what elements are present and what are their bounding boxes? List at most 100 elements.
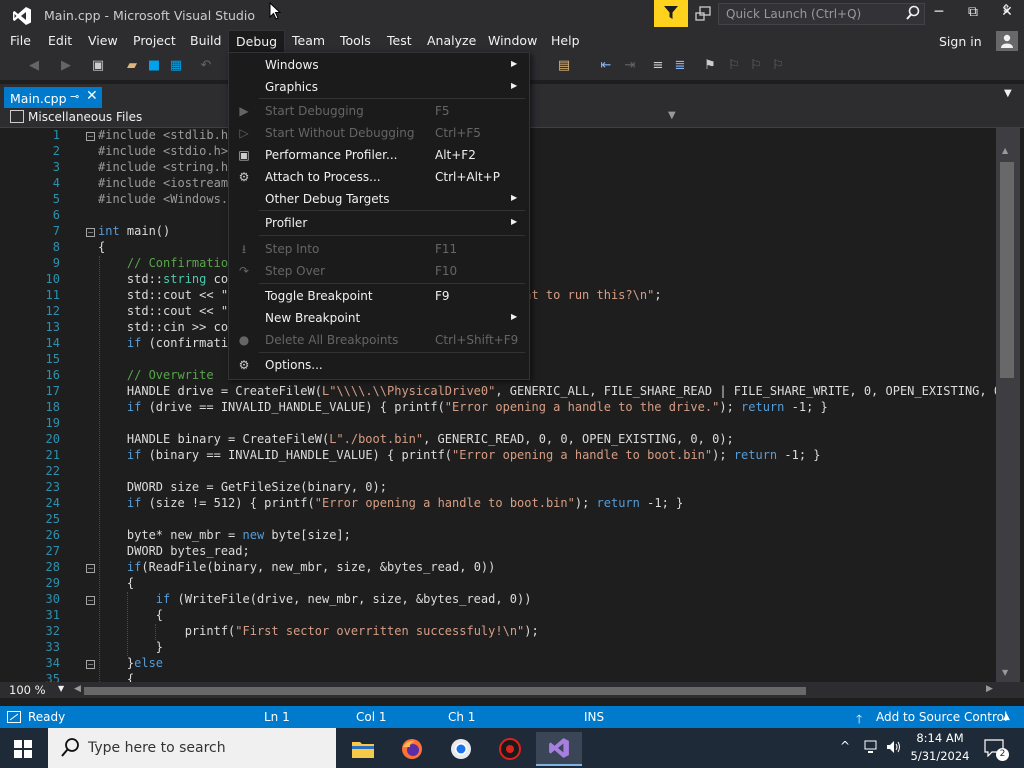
code-line[interactable]: { <box>98 240 105 254</box>
clear-bookmarks-icon[interactable]: ⚐ <box>770 58 786 74</box>
open-file-icon[interactable]: ▰ <box>124 58 140 74</box>
undo-icon[interactable]: ↶ <box>198 58 214 74</box>
scroll-right-arrow-icon[interactable]: ▶ <box>986 684 993 694</box>
code-line[interactable]: byte* new_mbr = new byte[size]; <box>98 528 351 542</box>
code-line[interactable]: #include <string.h> <box>98 160 235 174</box>
pin-tab-icon[interactable]: ⊸ <box>70 90 79 103</box>
code-line[interactable]: if (drive == INVALID_HANDLE_VALUE) { pri… <box>98 400 828 414</box>
menu-project[interactable]: Project <box>132 30 177 52</box>
chrome-app[interactable] <box>438 732 484 766</box>
file-explorer-app[interactable] <box>340 732 386 766</box>
sign-in-link[interactable]: Sign in <box>939 34 982 49</box>
restore-button[interactable]: ⧉ <box>959 4 987 24</box>
navigate-forward-icon[interactable]: ▶ <box>58 58 74 74</box>
zoom-level[interactable]: 100 % <box>9 683 46 697</box>
collapse-region-icon[interactable]: − <box>86 132 95 141</box>
save-all-icon[interactable]: ▦ <box>168 58 184 74</box>
add-to-source-control-button[interactable]: Add to Source Control <box>876 710 1007 724</box>
taskbar-search-box[interactable]: Type here to search <box>48 728 336 768</box>
code-line[interactable]: DWORD size = GetFileSize(binary, 0); <box>98 480 387 494</box>
previous-bookmark-icon[interactable]: ⚐ <box>726 58 742 74</box>
split-editor-icon[interactable]: ⇕ <box>1001 2 1011 16</box>
scroll-up-arrow-icon[interactable]: ▲ <box>1002 146 1008 155</box>
code-line[interactable]: if(ReadFile(binary, new_mbr, size, &byte… <box>98 560 495 574</box>
indent-icon[interactable]: ⇥ <box>622 58 638 74</box>
menu-test[interactable]: Test <box>386 30 413 52</box>
code-line[interactable]: if (WriteFile(drive, new_mbr, size, &byt… <box>98 592 532 606</box>
tab-main-cpp[interactable]: Main.cpp ⊸ ✕ <box>4 87 102 108</box>
collapse-region-icon[interactable]: − <box>86 596 95 605</box>
code-line[interactable]: std::cin >> con <box>98 320 235 334</box>
debug-menu-item-start-without-debugging[interactable]: ▷ Start Without Debugging Ctrl+F5 <box>229 123 529 144</box>
feedback-icon[interactable] <box>694 5 712 23</box>
volume-icon[interactable] <box>886 740 902 754</box>
code-line[interactable]: HANDLE binary = CreateFileW(L"./boot.bin… <box>98 432 734 446</box>
vertical-scrollbar[interactable]: ▲ ▼ <box>996 128 1020 682</box>
debug-menu-item-other-debug-targets[interactable]: Other Debug Targets ▶ <box>229 189 529 210</box>
debug-menu-item-profiler[interactable]: Profiler ▶ <box>229 213 529 234</box>
code-line[interactable]: { <box>98 576 134 590</box>
collapse-region-icon[interactable]: − <box>86 228 95 237</box>
code-line[interactable]: // Overwrite <box>98 368 214 382</box>
menu-team[interactable]: Team <box>291 30 326 52</box>
tab-overflow-dropdown-icon[interactable]: ▼ <box>1004 88 1012 99</box>
code-line[interactable]: }else <box>98 656 163 670</box>
taskbar-clock-time[interactable]: 8:14 AM <box>916 731 964 745</box>
collapse-region-icon[interactable]: − <box>86 660 95 669</box>
code-line[interactable]: if (binary == INVALID_HANDLE_VALUE) { pr… <box>98 448 821 462</box>
code-line[interactable]: { <box>98 608 163 622</box>
horizontal-scroll-thumb[interactable] <box>84 687 806 695</box>
save-icon[interactable]: ■ <box>146 58 162 74</box>
debug-menu-item-attach-to-process[interactable]: ⚙ Attach to Process... Ctrl+Alt+P <box>229 167 529 188</box>
code-line[interactable]: int main() <box>98 224 170 238</box>
debug-menu-item-graphics[interactable]: Graphics ▶ <box>229 77 529 98</box>
comment-lines-icon[interactable]: ≡ <box>650 58 666 74</box>
red-app[interactable] <box>487 732 533 766</box>
debug-menu-item-windows[interactable]: Windows ▶ <box>229 55 529 76</box>
menu-help[interactable]: Help <box>550 30 581 52</box>
visual-studio-app[interactable] <box>536 732 582 766</box>
taskbar-clock-date[interactable]: 5/31/2024 <box>908 749 972 763</box>
debug-menu-item-start-debugging[interactable]: ▶ Start Debugging F5 <box>229 101 529 122</box>
account-avatar[interactable] <box>996 31 1018 51</box>
debug-menu-item-new-breakpoint[interactable]: New Breakpoint ▶ <box>229 308 529 329</box>
debug-menu-item-performance-profiler[interactable]: ▣ Performance Profiler... Alt+F2 <box>229 145 529 166</box>
menu-edit[interactable]: Edit <box>47 30 73 52</box>
code-line[interactable]: printf("First sector overritten successf… <box>98 624 539 638</box>
firefox-app[interactable] <box>389 732 435 766</box>
debug-menu-item-options[interactable]: ⚙ Options... <box>229 355 529 376</box>
menu-tools[interactable]: Tools <box>339 30 372 52</box>
navigate-back-icon[interactable]: ◀ <box>26 58 42 74</box>
close-tab-icon[interactable]: ✕ <box>86 88 98 104</box>
code-line[interactable]: } <box>98 640 163 654</box>
code-line[interactable]: #include <Windows.h> <box>98 192 243 206</box>
code-line[interactable]: #include <iostream> <box>98 176 235 190</box>
menu-analyze[interactable]: Analyze <box>426 30 477 52</box>
next-bookmark-icon[interactable]: ⚐ <box>748 58 764 74</box>
code-line[interactable]: HANDLE drive = CreateFileW(L"\\\\.\\Phys… <box>98 384 996 398</box>
source-control-up-arrow-icon[interactable]: ▲ <box>1003 712 1010 722</box>
debug-menu-item-step-into[interactable]: ⭳ Step Into F11 <box>229 239 529 260</box>
menu-file[interactable]: File <box>9 30 32 52</box>
debug-menu-item-step-over[interactable]: ↷ Step Over F10 <box>229 261 529 282</box>
find-in-files-icon[interactable]: ▤ <box>556 58 572 74</box>
code-line[interactable]: std::cout << " <box>98 304 228 318</box>
notifications-filter-button[interactable] <box>654 0 688 27</box>
quick-launch-search[interactable]: Quick Launch (Ctrl+Q) <box>718 3 925 25</box>
code-line[interactable]: #include <stdlib.h> <box>98 128 235 142</box>
windows-start-icon[interactable] <box>14 740 32 758</box>
code-line[interactable]: std::string con <box>98 272 235 286</box>
code-line[interactable]: if (size != 512) { printf("Error opening… <box>98 496 683 510</box>
code-line[interactable]: DWORD bytes_read; <box>98 544 250 558</box>
scroll-down-arrow-icon[interactable]: ▼ <box>1002 668 1008 677</box>
code-line[interactable]: { <box>98 672 134 682</box>
debug-menu-item-toggle-breakpoint[interactable]: Toggle Breakpoint F9 <box>229 286 529 307</box>
scroll-left-arrow-icon[interactable]: ◀ <box>74 684 81 694</box>
uncomment-lines-icon[interactable]: ≣ <box>672 58 688 74</box>
code-line[interactable]: // Confirmation <box>98 256 235 270</box>
zoom-dropdown-icon[interactable]: ▼ <box>58 684 64 693</box>
project-scope-dropdown[interactable]: Miscellaneous Files <box>28 110 142 124</box>
vertical-scroll-thumb[interactable] <box>1000 162 1014 378</box>
bookmark-icon[interactable]: ⚑ <box>702 58 718 74</box>
member-dropdown-arrow-icon[interactable]: ▼ <box>668 110 676 121</box>
